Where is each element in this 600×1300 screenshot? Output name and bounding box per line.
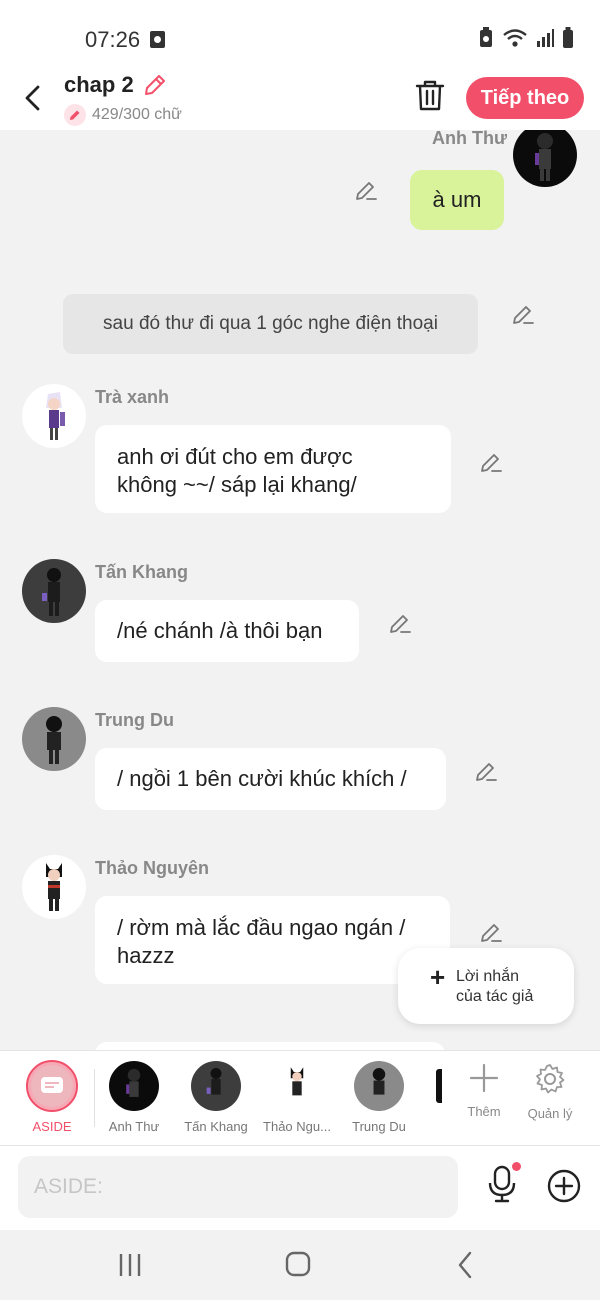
edit-message-icon[interactable] [474,759,498,783]
word-count-text: 429/300 chữ [92,106,182,123]
sender-name: Thảo Nguyên [95,858,210,878]
wifi-icon [503,29,527,47]
message-line: hazzz [117,943,175,968]
character-thao-nguyen[interactable]: Thảo Ngu... [257,1061,337,1134]
character-tan-khang[interactable]: Tấn Khang [176,1061,256,1134]
message-bubble-own[interactable]: à um [410,170,504,230]
sender-name: Tấn Khang [95,562,188,582]
manage-characters-button[interactable]: Quản lý [520,1063,580,1121]
status-icons [478,27,574,49]
chapter-title-wrap[interactable]: chap 2 [64,72,168,98]
chat-area[interactable]: Anh Thư à um sau đó thư đi qua 1 góc ngh… [0,130,600,1050]
avatar [272,1061,322,1111]
character-bar: ASIDE Anh Thư Tấn Khang Thảo Ngu... Trun… [0,1050,600,1146]
author-note-label: Lời nhắn của tác giả [456,968,534,1005]
message-input[interactable] [18,1156,458,1218]
edit-title-icon[interactable] [142,72,168,98]
composer [0,1146,600,1230]
avatar [109,1061,159,1111]
sender-name: Trà xanh [95,387,170,407]
add-content-icon[interactable] [546,1168,582,1204]
battery-icon [563,27,573,48]
character-anh-thu[interactable]: Anh Thư [94,1061,174,1134]
character-name: Thảo Ngu... [263,1119,331,1134]
sender-name: Trung Du [95,710,174,730]
avatar-thao-nguyen[interactable] [22,855,86,919]
back-button[interactable] [14,78,54,118]
screen-record-icon [150,31,165,48]
back-nav-icon[interactable] [448,1250,484,1280]
avatar-tra-xanh[interactable] [22,384,86,448]
message-bubble-partial[interactable] [95,1042,445,1050]
character-name: Anh Thư [108,1119,160,1134]
message-bubble[interactable]: / rờm mà lắc đầu ngao ngán / hazzz [95,896,450,984]
avatar-tan-khang[interactable] [22,559,86,623]
message-bubble[interactable]: / ngồi 1 bên cười khúc khích / [95,748,446,810]
message-bubble[interactable]: anh ơi đút cho em được không ~~/ sáp lại… [95,425,451,513]
gear-icon [536,1064,565,1094]
chapter-title[interactable]: chap 2 [64,72,134,98]
edit-message-icon[interactable] [354,178,378,202]
character-name: Tấn Khang [184,1119,248,1134]
author-note-button[interactable]: + Lời nhắn của tác giả [398,948,574,1024]
character-name: Trung Du [352,1119,406,1134]
message-line: không ~~/ sáp lại khang/ [117,472,357,497]
plus-icon: + [430,962,446,992]
add-label: Thêm [467,1104,501,1119]
pencil-icon [64,104,86,126]
recent-apps-icon[interactable] [112,1250,148,1280]
avatar-trung-du[interactable] [22,707,86,771]
status-time: 07:26 [85,27,141,52]
editor-header: chap 2 429/300 chữ Tiếp theo [0,72,600,130]
signal-icon [537,29,554,47]
avatar [191,1061,241,1111]
word-count: 429/300 chữ [64,104,182,126]
sender-name: Anh Thư [432,130,508,148]
status-bar: 07:26 [0,0,600,72]
add-character-button[interactable]: Thêm [454,1063,514,1119]
edit-message-icon[interactable] [388,611,412,635]
notification-dot [512,1162,521,1171]
chat-bubble-icon [31,1065,73,1107]
edit-message-icon[interactable] [479,920,503,944]
character-partial[interactable] [436,1069,442,1103]
delete-chapter-button[interactable] [414,78,446,112]
system-nav-bar [0,1230,600,1300]
home-icon[interactable] [280,1250,316,1280]
message-line: anh ơi đút cho em được [117,444,353,469]
character-trung-du[interactable]: Trung Du [339,1061,419,1134]
next-button[interactable]: Tiếp theo [466,77,584,119]
manage-label: Quản lý [527,1106,573,1121]
message-bubble[interactable]: /né chánh /à thôi bạn [95,600,359,662]
aside-label: ASIDE [32,1119,72,1134]
avatar-anh-thu[interactable] [513,130,577,187]
avatar [354,1061,404,1111]
aside-button[interactable] [26,1060,78,1112]
edit-message-icon[interactable] [511,302,535,326]
battery-saver-icon [480,27,492,47]
plus-icon [469,1063,499,1093]
edit-message-icon[interactable] [479,450,503,474]
narration-bubble[interactable]: sau đó thư đi qua 1 góc nghe điện thoại [63,294,478,354]
message-line: / rờm mà lắc đầu ngao ngán / [117,915,406,940]
